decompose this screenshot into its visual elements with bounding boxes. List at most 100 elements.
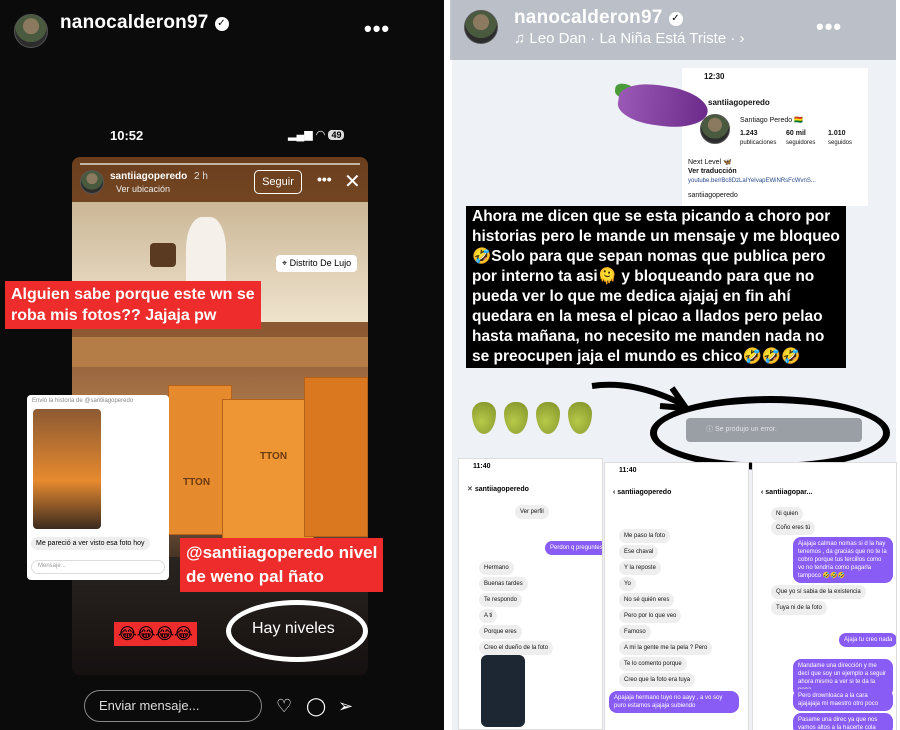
profile-avatar[interactable] [14,14,48,48]
chat-bubble: Buenas tardes [479,577,528,591]
location-tag[interactable]: ⌖ Distrito De Lujo [276,255,358,272]
more-options-icon[interactable]: ••• [364,16,390,42]
dm-card-header: Envió la historia de @santiiagoperedo [32,398,134,404]
following-count: 1.010 [828,130,846,137]
story-avatar[interactable] [80,170,104,194]
chat-bubble: Perdon q preguntes [545,541,602,555]
dm-card-input: Mensaje... [31,560,165,574]
location-tag-text: Distrito De Lujo [289,258,352,268]
posts-count: 1.243 [740,130,758,137]
chat-bubble: Pero drownloaca a la cara ajajajaja mi m… [793,689,893,711]
caption-line: roba mis fotos?? Jajaja pw [11,307,217,324]
chat-bubble: Ajajaja calmao nomas si d la hay tenemos… [793,537,893,583]
caption-line: quedara en la mesa el picao a llados per… [472,308,823,325]
chat-bubble: Me paso la foto [619,529,671,543]
follow-button[interactable]: Seguir [254,170,302,194]
story-age: 2 h [194,171,208,182]
caption-line: por interno ta asi🫠 y bloqueando para qu… [472,268,815,285]
threads-link: santiiagoperedo [688,192,738,199]
chat-bubble: Que yo sí sabia de la existencia [771,585,866,599]
caption-line: Ahora me dicen que se esta picando a cho… [472,208,831,225]
reply-input[interactable]: Enviar mensaje... [84,690,262,722]
heart-icon[interactable]: ♡ [276,696,292,717]
profile-username[interactable]: nanocalderon97 ✓ [60,12,229,34]
story-caption-mention: @santiiagoperedo nivel de weno pal ñato [180,538,384,592]
chat-screenshot-1: 11:40 ✕ santiiagoperedo Ver perfil Perdo… [458,458,603,730]
caption-line: historias pero le mande un mensaje y me … [472,228,840,245]
counter [72,337,368,367]
caption-line: de weno pal ñato [186,567,324,586]
verified-badge-icon: ✓ [214,17,229,31]
chat-username: santiiagoperedo [474,486,529,493]
username-text: nanocalderon97 [60,12,209,33]
chat-bubble: Hermano [479,561,514,575]
music-title: Leo Dan · La Niña Está Triste · [529,30,736,47]
orange-shopping-bag [304,377,368,537]
chat-bubble: Pasame una direc ya que nos vamos altos … [793,713,893,730]
story-username[interactable]: santiiagoperedo 2 h [110,171,208,182]
chat-bubble: Ajaja tu creo nada [839,633,896,647]
profile-photo [700,114,730,144]
chat-clock: 11:40 [473,463,491,470]
story-more-icon[interactable]: ••• [317,171,332,187]
chat-bubble: No sé quién eres [619,593,675,607]
send-icon[interactable]: ➢ [338,696,353,717]
story-location-link[interactable]: Ver ubicación [116,184,170,194]
chat-bubble: Apajaja hermano tuyo no aayy , a vo soy … [609,691,739,713]
chat-bubble: A ti [479,609,498,623]
dm-card-message: Me pareció a ver visto esa foto hoy [31,537,150,550]
hand-drawn-circle [650,396,890,470]
caption-line: pueda ver lo que me dedica ajajaj en fin… [472,288,791,305]
right-story-panel: nanocalderon97 ✓ ♫ Leo Dan · La Niña Está… [450,0,900,730]
close-icon[interactable]: ✕ [344,169,361,194]
comment-icon[interactable]: ◯ [306,696,326,717]
chevron-right-icon: › [739,30,745,47]
chat-username: santiiagopar... [765,489,813,496]
chat-header: ‹ santiiagoperedo [613,489,671,496]
chat-bubble: Coño eres tú [771,521,816,535]
chat-bubble: A mi la gente me la pela ? Pero [619,641,713,655]
profile-name: Santiago Peredo 🇧🇴 [740,117,803,124]
caption-line: se preocupen jaja el mundo es chico🤣🤣🤣 [472,348,801,365]
chat-bubble: Creo que la foto era tuya [619,673,696,687]
caption-line: Alguien sabe porque este wn se [11,286,255,303]
more-options-icon[interactable]: ••• [816,14,842,40]
orange-shopping-bag [222,399,314,539]
see-translation: Ver traducción [688,168,737,175]
story-username-text: santiiagoperedo [110,171,188,182]
chat-bubble: Creo el dueño de la foto [479,641,554,655]
bag-logo-text: TTON [183,477,211,488]
profile-handle: santiiagoperedo [708,98,770,107]
music-sticker[interactable]: ♫ Leo Dan · La Niña Está Triste · › [514,30,745,47]
followers-count: 60 mil [786,130,806,137]
profile-avatar[interactable] [464,10,498,44]
phone-image-thumbnail [481,655,525,727]
chat-bubble: Ese chaval [619,545,659,559]
chat-bubble: Ver perfil [515,505,549,519]
chat-bubble: Te respondo [479,593,523,607]
profile-username[interactable]: nanocalderon97 ✓ [514,7,683,29]
chat-bubble: Ni quien [771,507,804,521]
laughing-emoji-row: 😂😂😂😂 [114,622,197,646]
profile-bio: Next Level 🦋 [688,159,732,166]
profile-link: youtube.be/rBc8DzLaIYeIvapEWiNRsFcWvnS..… [688,178,816,184]
battery-icon: 49 [328,130,345,140]
caption-line: hasta mañana, no necesito me manden nada… [472,328,825,345]
drawn-arrow-icon [591,381,690,412]
username-text: nanocalderon97 [514,7,663,28]
following-label: seguidos [828,140,853,146]
chat-username: santiiagoperedo [617,489,672,496]
chat-bubble: Famoso [619,625,651,639]
dm-card-thumbnail [33,409,101,529]
music-icon: ♫ [514,30,530,47]
bag-logo-text: TTON [260,451,288,462]
profile-clock: 12:30 [704,72,725,81]
caption-line: 🤣Solo para que sepan nomas que publica p… [472,248,826,265]
story-caption-top: Alguien sabe porque este wn se roba mis … [5,281,261,329]
profile-screenshot: 12:30 santiiagoperedo Santiago Peredo 🇧🇴… [682,68,868,206]
dm-screenshot-card: Envió la historia de @santiiagoperedo Me… [27,395,169,580]
chat-clock: 11:40 [619,467,637,474]
chat-bubble: Pero por lo que veo [619,609,682,623]
handbag [150,243,176,267]
chat-bubble: Porque eres [479,625,522,639]
